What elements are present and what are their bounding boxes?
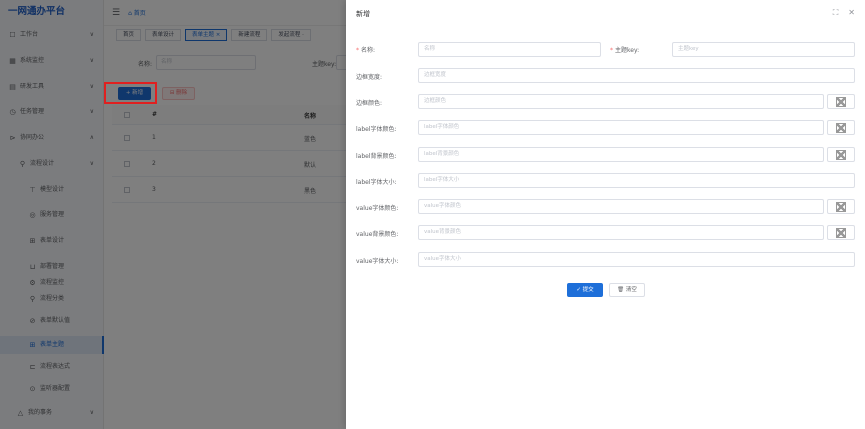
close-icon[interactable]: ✕ [848, 8, 855, 18]
color-picker-icon [836, 150, 846, 160]
border-color-input[interactable]: 边框颜色 [418, 94, 824, 109]
key-label: * 主题key: [610, 45, 639, 54]
label-font-size-label: label字体大小: [356, 179, 397, 186]
value-bg-color-input[interactable]: value背景颜色 [418, 225, 824, 240]
color-picker-icon [836, 123, 846, 133]
color-picker-icon [836, 97, 846, 107]
clear-button[interactable]: 🗑 清空 [609, 283, 645, 297]
color-picker-icon [836, 202, 846, 212]
required-mark: * [356, 47, 359, 54]
name-label-text: 名称: [361, 47, 376, 54]
label-bg-color-label: label背景颜色: [356, 153, 397, 160]
border-width-input[interactable]: 边框宽度 [418, 68, 855, 83]
label-font-color-input[interactable]: label字体颜色 [418, 120, 824, 135]
add-theme-drawer: 新增 ⛶ ✕ * 名称: 名称 * 主题key: 主题key 边框宽度: 边框宽度 … [346, 0, 865, 429]
drawer-title: 新增 [356, 10, 370, 18]
value-font-color-picker[interactable] [827, 199, 855, 214]
value-font-color-input[interactable]: value字体颜色 [418, 199, 824, 214]
border-width-label: 边框宽度: [356, 74, 383, 81]
key-label-text: 主题key: [615, 47, 640, 54]
border-color-label: 边框颜色: [356, 100, 383, 107]
label-font-color-label: label字体颜色: [356, 126, 397, 133]
label-font-color-picker[interactable] [827, 120, 855, 135]
required-mark: * [610, 47, 613, 54]
value-font-size-label: value字体大小: [356, 258, 399, 265]
value-bg-color-label: value背景颜色: [356, 231, 399, 238]
add-button-highlight [104, 82, 157, 104]
name-label: * 名称: [356, 45, 375, 54]
label-bg-color-input[interactable]: label背景颜色 [418, 147, 824, 162]
label-bg-color-picker[interactable] [827, 147, 855, 162]
submit-button[interactable]: ✓ 提交 [567, 283, 603, 297]
key-input[interactable]: 主题key [672, 42, 855, 57]
border-color-picker[interactable] [827, 94, 855, 109]
value-font-size-input[interactable]: value字体大小 [418, 252, 855, 267]
value-bg-color-picker[interactable] [827, 225, 855, 240]
drawer-actions: ⛶ ✕ [833, 8, 855, 18]
value-font-color-label: value字体颜色: [356, 205, 399, 212]
fullscreen-icon[interactable]: ⛶ [833, 8, 839, 18]
label-font-size-input[interactable]: label字体大小 [418, 173, 855, 188]
name-input[interactable]: 名称 [418, 42, 601, 57]
color-picker-icon [836, 228, 846, 238]
